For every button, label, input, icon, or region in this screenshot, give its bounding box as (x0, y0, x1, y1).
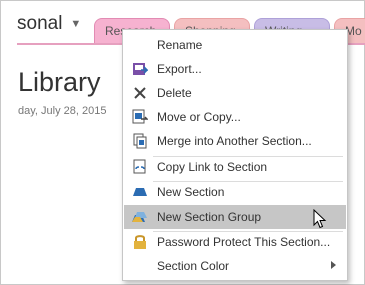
submenu-arrow-icon (331, 261, 336, 269)
chevron-down-icon: ▼ (70, 18, 82, 30)
menu-item-label: Move or Copy... (157, 110, 241, 124)
merge-icon (127, 133, 153, 149)
mouse-pointer-icon (313, 208, 327, 234)
menu-item-label: Delete (157, 86, 192, 100)
link-icon (127, 159, 153, 175)
menu-item-label: New Section Group (157, 210, 262, 224)
menu-item-move-copy[interactable]: Move or Copy... (124, 105, 346, 129)
notebook-name: sonal (17, 13, 63, 34)
menu-item-export[interactable]: Export... (124, 57, 346, 81)
menu-item-label: Section Color (157, 259, 230, 273)
menu-item-delete[interactable]: Delete (124, 81, 346, 105)
menu-item-new-section[interactable]: New Section (124, 180, 346, 204)
page-date: day, July 28, 2015 (18, 105, 107, 117)
menu-item-label: Merge into Another Section... (157, 134, 312, 148)
notebook-selector[interactable]: sonal ▼ (17, 13, 81, 35)
lock-icon (127, 234, 153, 250)
export-icon (127, 61, 153, 77)
screenshot-frame: sonal ▼ Research Shopping Writing Mo Lib… (0, 0, 365, 285)
menu-item-label: Password Protect This Section... (157, 235, 331, 249)
context-menu: Rename Export... Delete Move or Copy... … (122, 29, 348, 281)
menu-item-section-color[interactable]: Section Color (124, 254, 346, 278)
delete-x-icon (127, 86, 153, 100)
page-title: Library (18, 67, 101, 97)
new-section-icon (127, 187, 153, 197)
menu-item-rename[interactable]: Rename (124, 33, 346, 57)
menu-item-label: Export... (157, 62, 202, 76)
menu-item-copy-link[interactable]: Copy Link to Section (124, 155, 346, 179)
move-copy-icon (127, 109, 153, 125)
menu-item-merge[interactable]: Merge into Another Section... (124, 129, 346, 153)
menu-item-label: Copy Link to Section (157, 160, 268, 174)
menu-item-label: Rename (157, 38, 203, 52)
section-group-icon (127, 211, 153, 223)
menu-item-label: New Section (157, 185, 225, 199)
